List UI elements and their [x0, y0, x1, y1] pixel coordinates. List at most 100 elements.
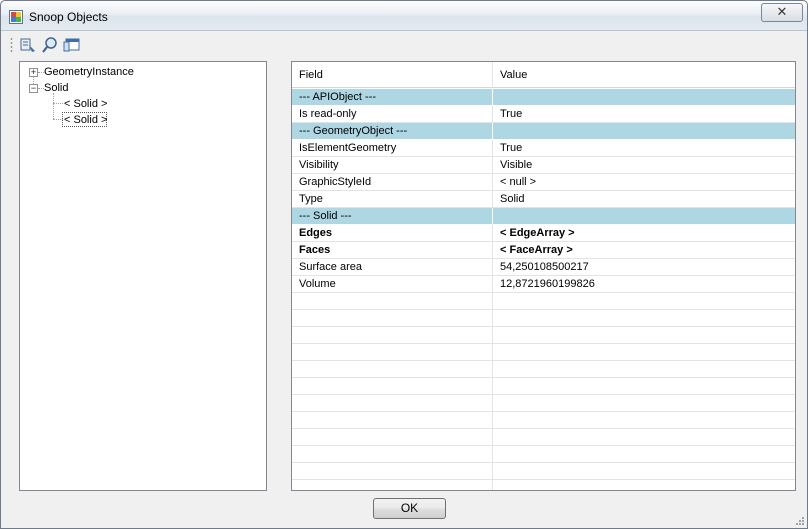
section-row[interactable]: --- Solid ---: [292, 208, 795, 225]
ok-button[interactable]: OK: [373, 498, 446, 519]
tree-node-solid-child-selected[interactable]: < Solid >: [64, 113, 107, 127]
tree-connector: [53, 93, 54, 119]
field-cell: --- Solid ---: [292, 208, 493, 225]
snoop-search-icon[interactable]: [41, 36, 59, 54]
toolbar: [7, 33, 807, 57]
field-cell: Volume: [292, 276, 493, 293]
empty-row: [292, 395, 795, 412]
field-cell: [292, 446, 493, 463]
empty-row: [292, 310, 795, 327]
collapse-icon[interactable]: −: [29, 84, 38, 93]
field-cell: IsElementGeometry: [292, 140, 493, 157]
field-cell: Surface area: [292, 259, 493, 276]
empty-row: [292, 429, 795, 446]
field-cell: --- APIObject ---: [292, 89, 493, 106]
empty-row: [292, 412, 795, 429]
table-row[interactable]: IsElementGeometry True: [292, 140, 795, 157]
field-cell: GraphicStyleId: [292, 174, 493, 191]
table-row[interactable]: Volume 12,8721960199826: [292, 276, 795, 293]
close-button[interactable]: ✕: [761, 3, 803, 22]
field-cell: [292, 344, 493, 361]
value-cell: [493, 395, 795, 412]
tree-node-solid[interactable]: Solid: [44, 81, 68, 95]
value-cell: [493, 446, 795, 463]
toolbar-grip[interactable]: [10, 37, 13, 53]
resize-grip-icon[interactable]: [795, 516, 805, 526]
section-row[interactable]: --- APIObject ---: [292, 89, 795, 106]
tree-node-label: Solid: [44, 82, 69, 94]
tree-node-label: < Solid >: [64, 98, 108, 110]
table-row[interactable]: Edges < EdgeArray >: [292, 225, 795, 242]
table-row[interactable]: Visibility Visible: [292, 157, 795, 174]
value-cell: 12,8721960199826: [493, 276, 795, 293]
tree-connector: [53, 103, 63, 104]
expand-icon[interactable]: +: [29, 68, 38, 77]
value-cell: [493, 378, 795, 395]
empty-row: [292, 378, 795, 395]
value-cell: True: [493, 106, 795, 123]
value-cell[interactable]: < FaceArray >: [493, 242, 795, 259]
value-cell: 54,250108500217: [493, 259, 795, 276]
value-cell: [493, 310, 795, 327]
window-title: Snoop Objects: [29, 10, 108, 24]
field-cell: [292, 412, 493, 429]
field-cell: [292, 361, 493, 378]
property-grid[interactable]: Field Value --- APIObject --- Is read-onl…: [291, 61, 796, 491]
empty-row: [292, 463, 795, 480]
field-cell: Faces: [292, 242, 493, 259]
value-cell: [493, 208, 795, 225]
value-cell: [493, 89, 795, 106]
title-bar[interactable]: Snoop Objects ✕: [1, 1, 807, 31]
value-cell: Visible: [493, 157, 795, 174]
tree-node-solid-child[interactable]: < Solid >: [64, 97, 107, 111]
table-row[interactable]: Is read-only True: [292, 106, 795, 123]
field-cell: [292, 327, 493, 344]
copy-window-icon[interactable]: [63, 36, 81, 54]
snoop-objects-window: Snoop Objects ✕ + GeometryInstance − Sol…: [0, 0, 808, 529]
value-cell: [493, 361, 795, 378]
field-cell: Edges: [292, 225, 493, 242]
field-cell: [292, 378, 493, 395]
value-cell: [493, 412, 795, 429]
empty-row: [292, 480, 795, 490]
empty-row: [292, 327, 795, 344]
field-cell: [292, 310, 493, 327]
value-cell[interactable]: < EdgeArray >: [493, 225, 795, 242]
tree-node-label: GeometryInstance: [44, 66, 134, 78]
column-header-value[interactable]: Value: [493, 62, 795, 88]
table-row[interactable]: Surface area 54,250108500217: [292, 259, 795, 276]
empty-row: [292, 344, 795, 361]
value-cell: [493, 463, 795, 480]
column-header-field[interactable]: Field: [292, 62, 493, 88]
field-cell: [292, 293, 493, 310]
value-cell: Solid: [493, 191, 795, 208]
table-row[interactable]: Type Solid: [292, 191, 795, 208]
object-tree[interactable]: + GeometryInstance − Solid < Solid > < S…: [19, 61, 267, 491]
value-cell: [493, 429, 795, 446]
table-row[interactable]: Faces < FaceArray >: [292, 242, 795, 259]
empty-row: [292, 293, 795, 310]
field-cell: Visibility: [292, 157, 493, 174]
grid-header: Field Value: [292, 62, 795, 88]
field-cell: Is read-only: [292, 106, 493, 123]
value-cell: True: [493, 140, 795, 157]
value-cell: [493, 480, 795, 490]
table-row[interactable]: GraphicStyleId < null >: [292, 174, 795, 191]
app-icon: [9, 10, 23, 24]
value-cell: < null >: [493, 174, 795, 191]
empty-row: [292, 361, 795, 378]
section-row[interactable]: --- GeometryObject ---: [292, 123, 795, 140]
value-cell: [493, 293, 795, 310]
field-cell: [292, 463, 493, 480]
snoop-db-icon[interactable]: [19, 36, 37, 54]
tree-node-label: < Solid >: [64, 114, 108, 126]
field-cell: [292, 480, 493, 490]
close-icon: ✕: [776, 4, 788, 19]
value-cell: [493, 344, 795, 361]
field-cell: [292, 429, 493, 446]
field-cell: --- GeometryObject ---: [292, 123, 493, 140]
empty-row: [292, 446, 795, 463]
tree-node-geometryinstance[interactable]: GeometryInstance: [44, 65, 134, 79]
field-cell: Type: [292, 191, 493, 208]
value-cell: [493, 123, 795, 140]
